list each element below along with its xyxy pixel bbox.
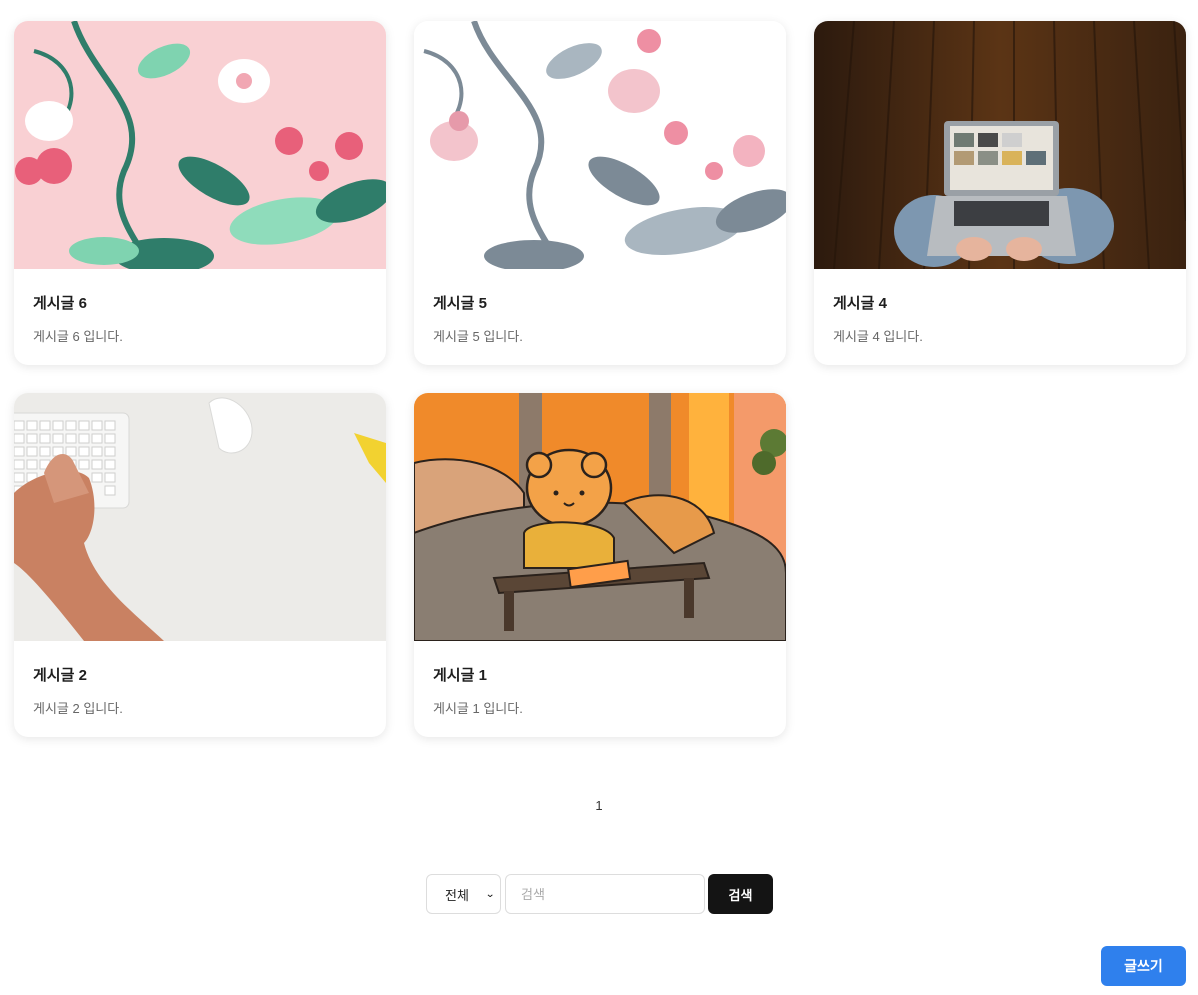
post-thumbnail xyxy=(14,393,386,641)
chevron-down-icon: ⌄ xyxy=(484,888,495,900)
search-scope-select[interactable]: 전체 ⌄ xyxy=(426,874,501,914)
post-title: 게시글 5 xyxy=(433,295,487,312)
post-title: 게시글 6 xyxy=(33,295,87,312)
search-scope-value: 전체 xyxy=(445,887,469,903)
post-description: 게시글 5 입니다. xyxy=(433,329,523,344)
post-description: 게시글 6 입니다. xyxy=(33,329,123,344)
search-input[interactable] xyxy=(505,874,705,914)
post-thumbnail xyxy=(414,393,786,641)
post-card[interactable]: 게시글 6 게시글 6 입니다. xyxy=(14,21,386,365)
search-button[interactable]: 검색 xyxy=(708,874,773,914)
page-link-current[interactable]: 1 xyxy=(595,798,602,813)
post-title: 게시글 1 xyxy=(433,667,487,684)
post-card[interactable]: 게시글 5 게시글 5 입니다. xyxy=(414,21,786,365)
post-card[interactable]: 게시글 1 게시글 1 입니다. xyxy=(414,393,786,737)
post-card[interactable]: 게시글 4 게시글 4 입니다. xyxy=(814,21,1186,365)
post-title: 게시글 4 xyxy=(833,295,887,312)
post-thumbnail xyxy=(14,21,386,269)
post-title: 게시글 2 xyxy=(33,667,87,684)
write-post-button[interactable]: 글쓰기 xyxy=(1101,946,1186,986)
post-description: 게시글 4 입니다. xyxy=(833,329,923,344)
pagination: 1 xyxy=(0,798,1198,813)
post-grid: 게시글 6 게시글 6 입니다. 게시글 5 게시글 5 입니다. 게시글 4 … xyxy=(14,21,1186,737)
post-card[interactable]: 게시글 2 게시글 2 입니다. xyxy=(14,393,386,737)
post-thumbnail xyxy=(814,21,1186,269)
post-description: 게시글 2 입니다. xyxy=(33,701,123,716)
search-bar: 전체 ⌄ 검색 xyxy=(426,874,773,914)
post-description: 게시글 1 입니다. xyxy=(433,701,523,716)
post-thumbnail xyxy=(414,21,786,269)
